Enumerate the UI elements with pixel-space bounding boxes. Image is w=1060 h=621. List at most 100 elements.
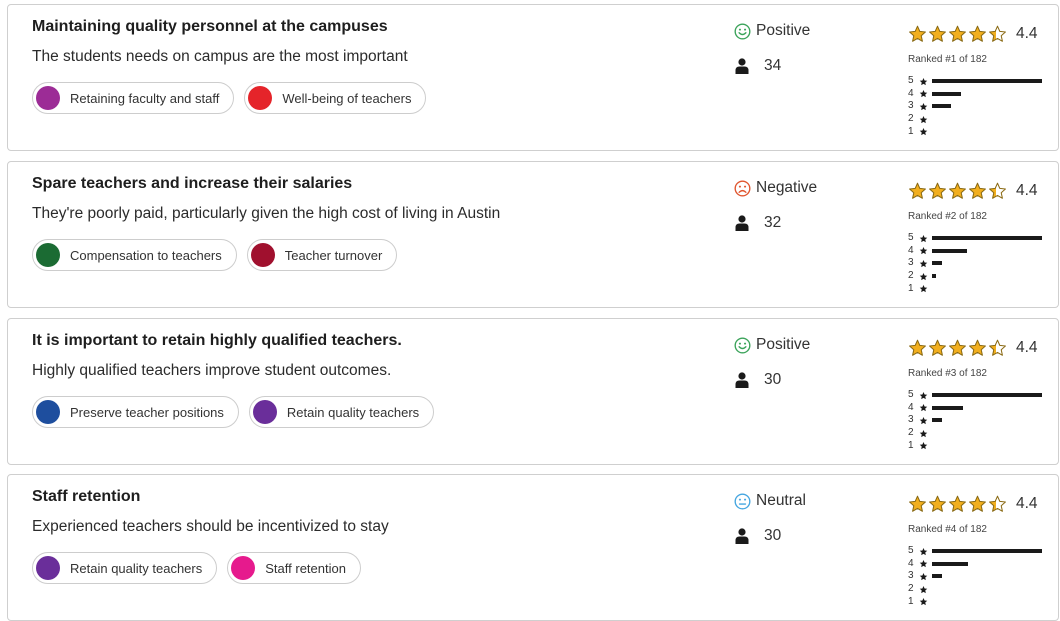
star-icon (909, 339, 926, 356)
rating-value: 4.4 (1016, 339, 1038, 356)
topic-tag[interactable]: Retain quality teachers (32, 552, 218, 584)
histogram-bar (932, 79, 1042, 84)
topic-tag[interactable]: Well-being of teachers (244, 82, 427, 114)
topic-tag[interactable]: Preserve teacher positions (32, 396, 239, 428)
star-icon (919, 128, 928, 136)
histogram-star-level: 2 (908, 427, 914, 439)
star-icon (919, 598, 928, 606)
sentiment-indicator: Positive (734, 336, 810, 354)
histogram-bar (932, 574, 942, 579)
histogram-star-level: 1 (908, 595, 914, 607)
histogram-star-level: 5 (908, 545, 914, 557)
tag-list: Retain quality teachers Staff retention (32, 552, 361, 584)
person-icon (735, 528, 749, 544)
idea-card[interactable]: It is important to retain highly qualifi… (7, 318, 1059, 465)
star-icon (919, 429, 928, 437)
histogram-row: 4 (908, 402, 1042, 415)
histogram-star-level: 4 (908, 244, 914, 256)
tag-label: Staff retention (265, 560, 346, 576)
rank-label: Ranked #2 of 182 (908, 211, 987, 222)
participant-count: 30 (764, 371, 782, 388)
histogram-star-level: 3 (908, 414, 914, 426)
tag-list: Retaining faculty and staff Well-being of… (32, 82, 427, 114)
histogram-row: 3 (908, 257, 1042, 270)
histogram-row: 5 (908, 75, 1042, 88)
star-icon (969, 339, 986, 356)
star-icon (919, 247, 928, 255)
star-icon (929, 182, 946, 199)
histogram-star-level: 2 (908, 583, 914, 595)
histogram-row: 2 (908, 113, 1042, 126)
star-icon (969, 182, 986, 199)
star-icon (949, 339, 966, 356)
star-icon (969, 25, 986, 42)
topic-tag[interactable]: Retaining faculty and staff (32, 82, 235, 114)
histogram-star-level: 1 (908, 439, 914, 451)
histogram-row: 4 (908, 245, 1042, 258)
sentiment-label: Positive (756, 22, 811, 39)
histogram-star-level: 3 (908, 100, 914, 112)
idea-card[interactable]: Maintaining quality personnel at the cam… (7, 4, 1059, 151)
rating-value: 4.4 (1016, 25, 1038, 42)
histogram-bar (932, 248, 967, 253)
histogram-star-level: 5 (908, 75, 914, 87)
histogram-star-level: 2 (908, 270, 914, 282)
idea-description: The students needs on campus are the mos… (32, 48, 408, 65)
star-icon (919, 442, 928, 450)
neutral-face-icon (734, 493, 751, 509)
participant-count: 32 (764, 214, 782, 231)
tag-color-dot (248, 86, 273, 110)
participant-count: 34 (764, 57, 782, 74)
histogram-row: 5 (908, 389, 1042, 402)
sentiment-label: Negative (756, 179, 818, 196)
tag-color-dot (36, 243, 60, 267)
idea-title[interactable]: Staff retention (32, 488, 140, 506)
topic-tag[interactable]: Compensation to teachers (32, 239, 237, 271)
star-rating: 4.4 (908, 493, 1038, 513)
topic-tag[interactable]: Retain quality teachers (248, 396, 435, 428)
histogram-bar (932, 274, 936, 279)
star-icon (919, 115, 928, 123)
idea-card[interactable]: Staff retention Experienced teachers shou… (7, 474, 1059, 621)
rank-label: Ranked #3 of 182 (908, 368, 987, 379)
stars (908, 24, 1007, 43)
histogram-bar (932, 236, 1042, 241)
histogram-bar (932, 418, 942, 423)
star-icon (919, 260, 928, 268)
star-icon (919, 417, 928, 425)
tag-color-dot (36, 556, 60, 580)
histogram-row: 5 (908, 232, 1042, 245)
histogram-star-level: 1 (908, 282, 914, 294)
histogram-row: 4 (908, 88, 1042, 101)
idea-card[interactable]: Spare teachers and increase their salari… (7, 161, 1059, 308)
star-icon (949, 182, 966, 199)
histogram-star-level: 3 (908, 570, 914, 582)
idea-description: Experienced teachers should be incentivi… (32, 518, 389, 535)
tag-color-dot (36, 86, 60, 110)
smiley-icon (734, 23, 751, 39)
idea-title[interactable]: It is important to retain highly qualifi… (32, 332, 402, 350)
star-rating: 4.4 (908, 180, 1038, 200)
rating-histogram: 54321 (908, 545, 1042, 608)
histogram-bar (932, 561, 968, 566)
rating-histogram: 54321 (908, 389, 1042, 452)
histogram-row: 1 (908, 125, 1042, 138)
idea-title[interactable]: Spare teachers and increase their salari… (32, 175, 352, 193)
histogram-bar (932, 549, 1042, 554)
topic-tag[interactable]: Teacher turnover (246, 239, 398, 271)
histogram-row: 1 (908, 439, 1042, 452)
star-icon (989, 339, 1006, 356)
idea-title[interactable]: Maintaining quality personnel at the cam… (32, 18, 388, 36)
rank-label: Ranked #1 of 182 (908, 54, 987, 65)
tag-label: Retain quality teachers (70, 560, 203, 576)
tag-list: Compensation to teachers Teacher turnover (32, 239, 398, 271)
histogram-bar (932, 104, 951, 109)
star-icon (989, 182, 1006, 199)
star-icon (919, 391, 928, 399)
person-icon (735, 58, 749, 74)
star-icon (919, 103, 928, 111)
star-icon (919, 285, 928, 293)
stars (908, 181, 1007, 200)
topic-tag[interactable]: Staff retention (227, 552, 361, 584)
rank-label: Ranked #4 of 182 (908, 524, 987, 535)
